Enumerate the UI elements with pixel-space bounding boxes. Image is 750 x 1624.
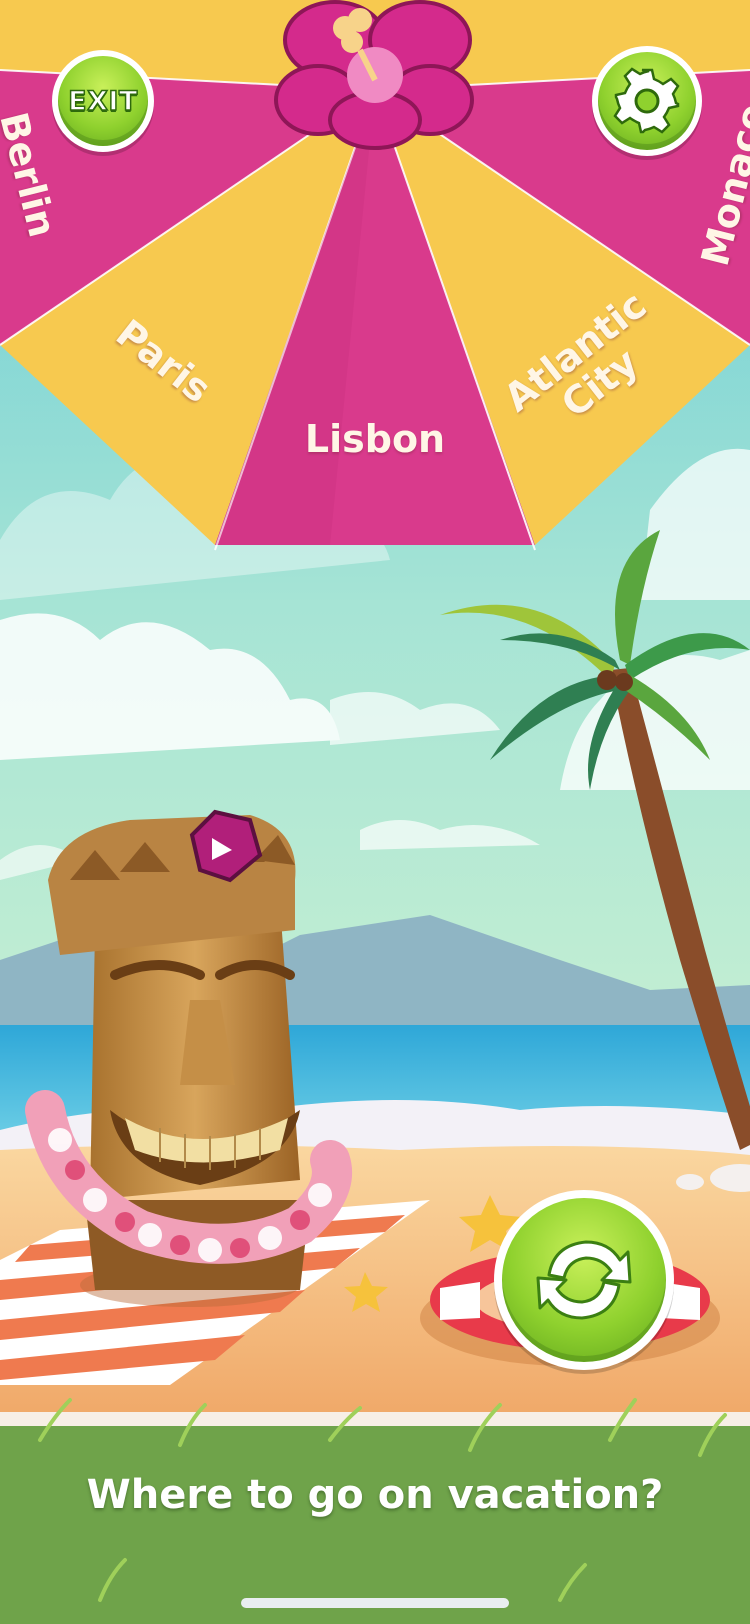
home-indicator[interactable] — [241, 1598, 509, 1608]
spin-button[interactable] — [494, 1190, 674, 1370]
gear-icon — [613, 67, 680, 134]
hibiscus-flower-pointer — [274, 0, 474, 150]
settings-button[interactable] — [592, 46, 702, 156]
refresh-icon — [536, 1240, 632, 1320]
question-caption: Where to go on vacation? — [86, 1472, 664, 1518]
game-scene — [0, 0, 750, 1624]
grass-ground — [0, 1418, 750, 1624]
sand-edge — [0, 1412, 750, 1426]
exit-button[interactable]: EXIT — [52, 50, 154, 152]
wheel-label-lisbon: Lisbon — [304, 417, 446, 461]
exit-button-label: EXIT — [67, 85, 138, 118]
